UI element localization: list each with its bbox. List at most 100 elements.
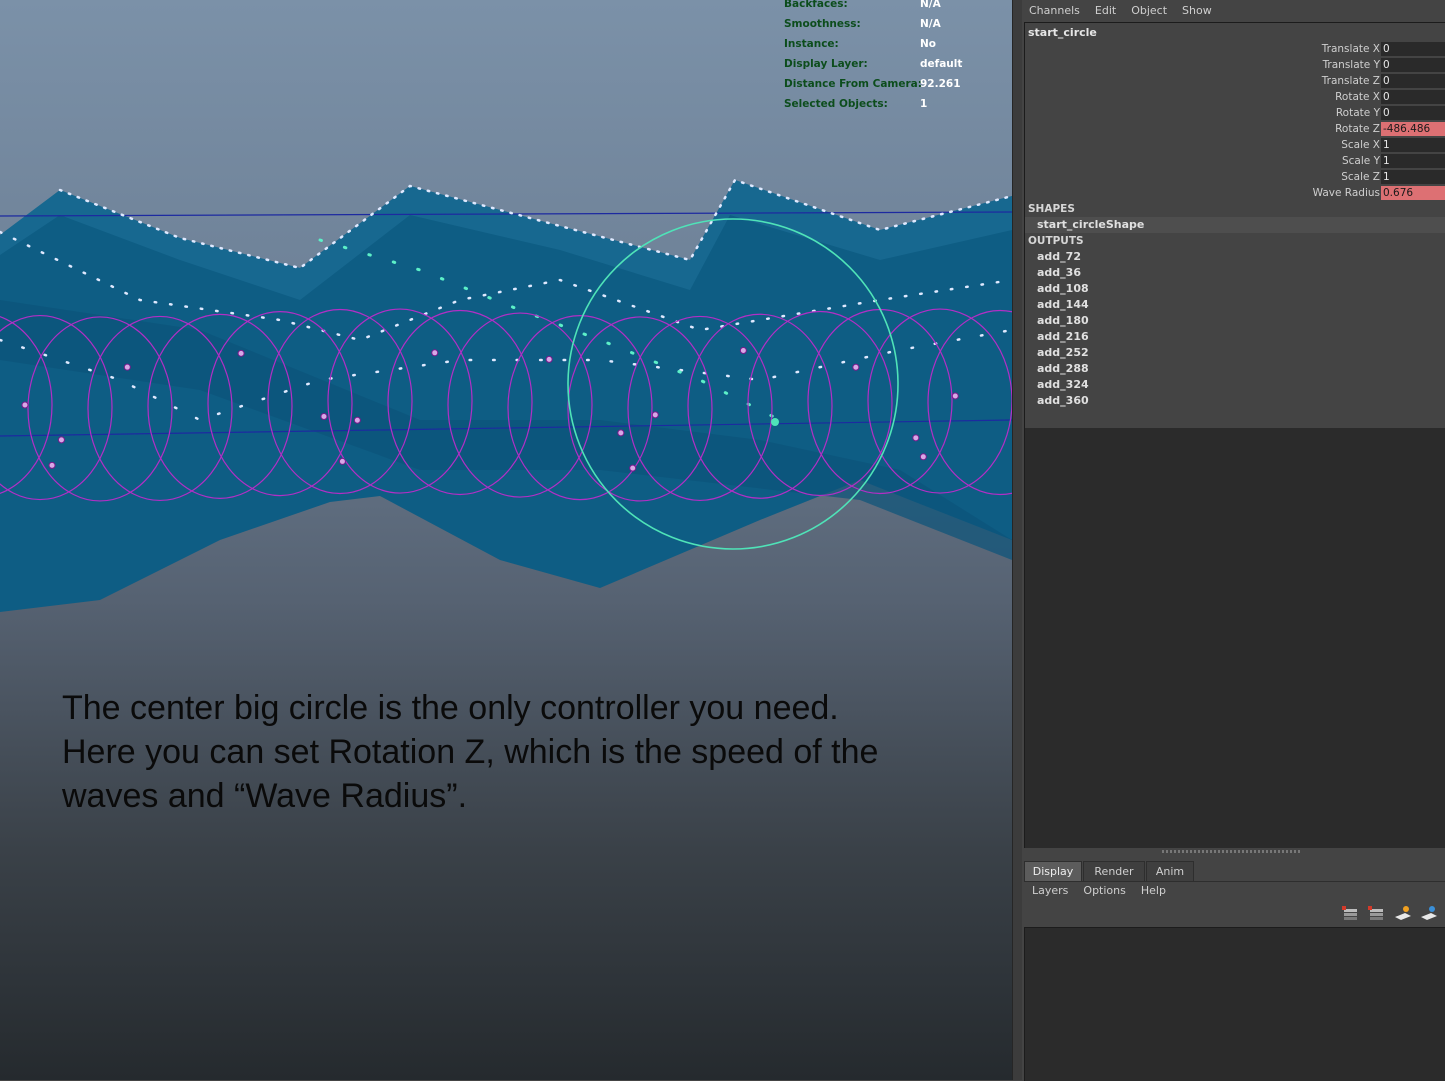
menu-edit[interactable]: Edit [1095,4,1116,17]
channel-value-field[interactable]: 1 [1381,170,1445,184]
caption-line: Here you can set Rotation Z, which is th… [62,733,879,771]
channel-row[interactable]: Scale X1 [1025,137,1445,153]
channel-label[interactable]: Translate X [1322,43,1380,55]
ring-handle [912,434,920,442]
channel-label[interactable]: Translate Y [1323,59,1380,71]
ring-handle [21,401,29,409]
wave-scene[interactable] [0,0,1012,1080]
tab-render[interactable]: Render [1083,861,1145,881]
channel-row[interactable]: Rotate Y0 [1025,105,1445,121]
ring-handle [237,349,245,357]
new-layer-icon[interactable] [1341,904,1361,922]
output-node[interactable]: add_360 [1025,393,1445,409]
hud-value: N/A [920,18,941,30]
caption-text: The center big circle is the only contro… [62,686,962,818]
shape-node[interactable]: start_circleShape [1025,217,1445,233]
channel-label[interactable]: Scale Z [1341,171,1380,183]
hud-value: 92.261 [920,78,961,90]
channel-box: start_circle Translate X 0 Translate Y 0 Tra… [1024,22,1445,848]
output-node[interactable]: add_288 [1025,361,1445,377]
layer-editor-tabs: Display Render Anim [1024,859,1445,882]
hud-label: Backfaces: [784,0,848,10]
ring-handle [651,411,659,419]
ring-handle [57,436,65,444]
channel-box-panel: Channels Edit Object Show start_circle T… [1022,0,1445,1081]
menu-layers[interactable]: Layers [1032,884,1068,897]
channel-value-field[interactable]: 0.676 [1381,186,1445,200]
channel-row[interactable]: Rotate X0 [1025,89,1445,105]
channel-label[interactable]: Rotate Y [1336,107,1380,119]
channel-row[interactable]: Translate X0 [1025,41,1445,57]
channel-row[interactable]: Rotate Z -486.486 [1025,121,1445,137]
caption-line: The center big circle is the only contro… [62,689,839,727]
ring-handle [48,461,56,469]
ring-handle [123,363,131,371]
channel-value-field[interactable]: 1 [1381,138,1445,152]
object-name[interactable]: start_circle [1025,23,1445,41]
ring-handle [545,355,553,363]
channel-label[interactable]: Scale X [1341,139,1380,151]
ring-handle [338,457,346,465]
channel-row[interactable]: Scale Z1 [1025,169,1445,185]
menu-show[interactable]: Show [1182,4,1212,17]
channel-value-field[interactable]: -486.486 [1381,122,1445,136]
menu-options[interactable]: Options [1083,884,1125,897]
hud-value: N/A [920,0,941,10]
channel-row[interactable]: Translate Z0 [1025,73,1445,89]
output-node[interactable]: add_252 [1025,345,1445,361]
controller-pivot [771,418,779,426]
output-node[interactable]: add_36 [1025,265,1445,281]
channel-label[interactable]: Rotate Z [1335,123,1380,135]
channel-label[interactable]: Translate Z [1322,75,1380,87]
channel-label[interactable]: Rotate X [1335,91,1380,103]
menu-help[interactable]: Help [1141,884,1166,897]
resize-grip[interactable] [1162,850,1302,853]
menu-channels[interactable]: Channels [1029,4,1080,17]
channel-row[interactable]: Translate Y0 [1025,57,1445,73]
outputs-header: OUTPUTS [1028,235,1084,247]
channel-value-field[interactable]: 0 [1381,90,1445,104]
hud-value: 1 [920,98,928,110]
hud-label: Selected Objects: [784,98,888,110]
create-layer-from-selected-icon[interactable] [1419,904,1439,922]
ring-handle [617,429,625,437]
output-node[interactable]: add_216 [1025,329,1445,345]
channel-value-field[interactable]: 0 [1381,42,1445,56]
output-node[interactable]: add_108 [1025,281,1445,297]
output-node[interactable]: add_324 [1025,377,1445,393]
channel-label[interactable]: Wave Radius [1313,187,1380,199]
tab-display[interactable]: Display [1024,861,1082,881]
output-node[interactable]: add_144 [1025,297,1445,313]
ring-handle [919,453,927,461]
channel-menu-bar: Channels Edit Object Show [1022,0,1445,20]
ring-handle [629,464,637,472]
viewport[interactable]: Backfaces: N/A Smoothness: N/A Instance: No… [0,0,1012,1080]
hud-label: Instance: [784,38,839,50]
layer-menu-bar: Layers Options Help [1032,884,1181,897]
channel-row[interactable]: Scale Y1 [1025,153,1445,169]
hud-label: Display Layer: [784,58,868,70]
channel-value-field[interactable]: 1 [1381,154,1445,168]
create-empty-layer-icon[interactable] [1393,904,1413,922]
ring-handle [353,416,361,424]
ring-handle [431,349,439,357]
output-node[interactable]: add_180 [1025,313,1445,329]
shapes-header: SHAPES [1028,203,1075,215]
hud-value: default [920,58,963,70]
layer-list[interactable] [1024,927,1445,1081]
ring-handle [951,392,959,400]
channel-value-field[interactable]: 0 [1381,74,1445,88]
channel-label[interactable]: Scale Y [1342,155,1380,167]
attribute-list: Translate X 0 Translate Y 0 Translate Z 0 Rota… [1025,41,1445,201]
channel-value-field[interactable]: 0 [1381,106,1445,120]
caption-line: waves and “Wave Radius”. [62,777,468,815]
channel-row[interactable]: Wave Radius 0.676 [1025,185,1445,201]
hud-label: Smoothness: [784,18,861,30]
menu-object[interactable]: Object [1131,4,1167,17]
channel-value-field[interactable]: 0 [1381,58,1445,72]
layer-toolbar [1341,904,1439,922]
new-layer-selected-icon[interactable] [1367,904,1387,922]
tab-anim[interactable]: Anim [1146,861,1194,881]
ring-handle [739,347,747,355]
output-node[interactable]: add_72 [1025,249,1445,265]
